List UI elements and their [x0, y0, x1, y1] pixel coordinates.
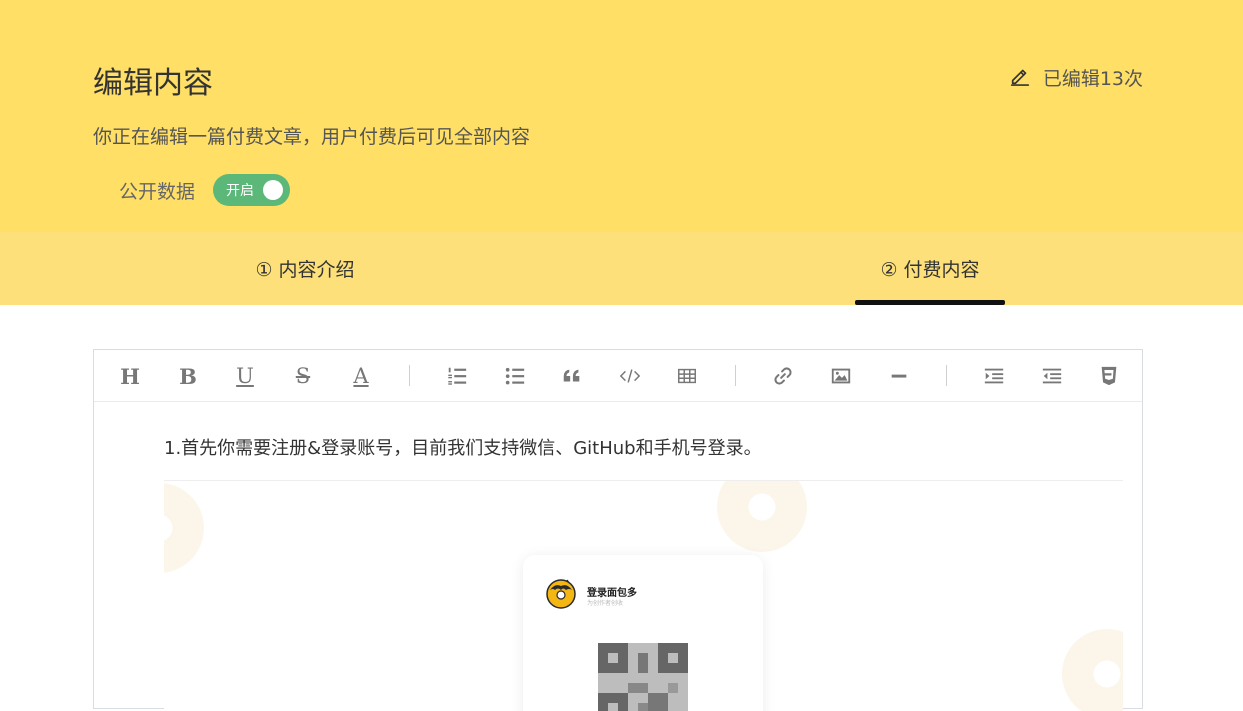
- heading-button[interactable]: H: [117, 363, 143, 389]
- quote-icon[interactable]: [559, 363, 585, 389]
- login-card: 登录面包多 为创作者创收: [523, 555, 763, 711]
- bold-button[interactable]: B: [175, 363, 201, 389]
- donut-decoration: [717, 481, 807, 552]
- public-data-label: 公开数据: [119, 180, 196, 203]
- active-tab-indicator: [855, 300, 1005, 305]
- toggle-knob: [263, 180, 284, 200]
- link-icon[interactable]: [770, 363, 796, 389]
- tab-paid-content[interactable]: ② 付费内容: [855, 232, 1005, 305]
- edit-history[interactable]: 已编辑13次: [1009, 64, 1143, 91]
- code-icon[interactable]: [617, 363, 643, 389]
- indent-icon[interactable]: [981, 363, 1007, 389]
- html5-icon[interactable]: [1096, 363, 1122, 389]
- unordered-list-icon[interactable]: [502, 363, 528, 389]
- horizontal-rule-icon[interactable]: [886, 363, 912, 389]
- card-subtitle: 为创作者创收: [587, 600, 624, 607]
- header-banner: 编辑内容 已编辑13次 你正在编辑一篇付费文章，用户付费后可见全部内容 公开数据…: [0, 0, 1243, 232]
- editor-toolbar: H B U S A: [94, 350, 1142, 402]
- edit-count-text: 已编辑13次: [1042, 68, 1143, 90]
- pencil-icon: [1009, 64, 1031, 91]
- strikethrough-button[interactable]: S: [290, 363, 316, 389]
- tab-content-intro[interactable]: ① 内容介绍: [229, 232, 381, 305]
- page-title: 编辑内容: [93, 66, 213, 101]
- underline-button[interactable]: U: [232, 363, 258, 389]
- public-data-row: 公开数据 开启: [119, 174, 291, 206]
- toggle-label: 开启: [226, 183, 255, 199]
- card-title: 登录面包多: [587, 588, 637, 599]
- qr-code-image: [598, 643, 688, 711]
- page-subtitle: 你正在编辑一篇付费文章，用户付费后可见全部内容: [93, 126, 531, 148]
- editor-paragraph[interactable]: 1.首先你需要注册&登录账号，目前我们支持微信、GitHub和手机号登录。: [164, 434, 762, 460]
- donut-logo-icon: [546, 579, 576, 609]
- toolbar-divider: [946, 365, 947, 386]
- embedded-image: 登录面包多 为创作者创收: [164, 481, 1123, 711]
- outdent-icon[interactable]: [1039, 363, 1065, 389]
- toolbar-divider: [409, 365, 410, 386]
- font-color-button[interactable]: A: [348, 363, 374, 389]
- toolbar-divider: [735, 365, 736, 386]
- rich-text-editor: H B U S A 1.首先你需要注册&登录账号，目前我们支持微信、GitHub…: [93, 349, 1143, 711]
- public-data-toggle[interactable]: 开启: [213, 174, 291, 206]
- donut-decoration: [164, 483, 204, 573]
- image-icon[interactable]: [828, 363, 854, 389]
- step-tabs: ① 内容介绍 ② 付费内容: [0, 232, 1243, 305]
- ordered-list-icon[interactable]: [444, 363, 470, 389]
- table-icon[interactable]: [674, 363, 700, 389]
